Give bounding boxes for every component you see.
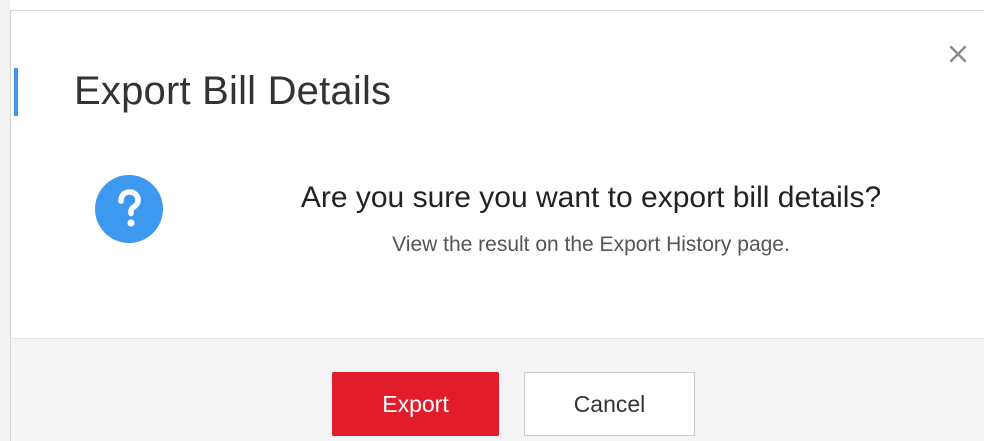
dialog-title: Export Bill Details: [74, 69, 392, 113]
close-button[interactable]: [943, 39, 973, 69]
question-circle-icon: [95, 175, 163, 243]
cancel-button[interactable]: Cancel: [524, 372, 695, 436]
dialog-footer: Export Cancel: [11, 338, 984, 441]
confirm-message: Are you sure you want to export bill det…: [300, 181, 882, 214]
dialog-body: Are you sure you want to export bill det…: [11, 131, 984, 349]
export-button[interactable]: Export: [332, 372, 499, 436]
close-icon: [949, 45, 967, 63]
backdrop: [0, 0, 10, 441]
confirm-submessage: View the result on the Export History pa…: [392, 233, 790, 256]
export-dialog: Export Bill Details Are you sure you wan…: [10, 10, 984, 441]
page: Export Bill Details Are you sure you wan…: [0, 0, 984, 441]
title-accent-bar: [14, 68, 18, 116]
